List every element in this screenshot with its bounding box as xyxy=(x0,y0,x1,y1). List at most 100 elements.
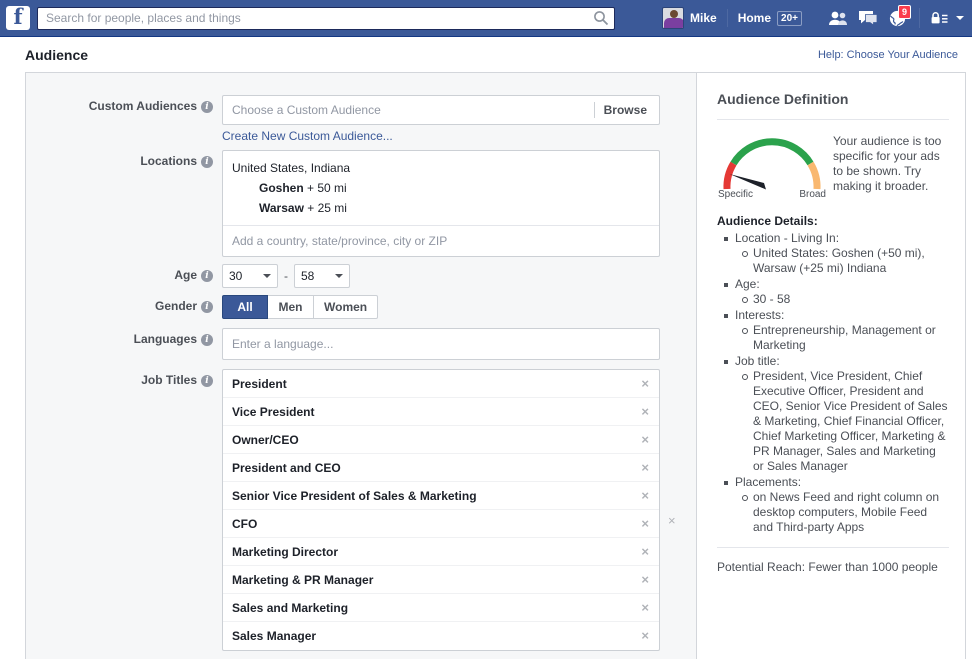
potential-reach: Potential Reach: Fewer than 1000 people xyxy=(717,547,949,575)
info-icon[interactable]: i xyxy=(201,101,213,113)
job-titles-label-text: Job Titles xyxy=(141,373,197,387)
list-item: 30 - 58 xyxy=(742,292,949,307)
chevron-down-icon[interactable] xyxy=(956,16,964,20)
table-row[interactable]: Marketing Director × xyxy=(223,538,659,566)
detail-label: Placements: xyxy=(735,475,802,489)
close-icon[interactable]: × xyxy=(639,517,651,530)
chevron-down-icon xyxy=(263,274,271,278)
browse-divider xyxy=(593,102,595,118)
locations-label-text: Locations xyxy=(140,154,197,168)
list-item[interactable]: Goshen + 50 mi xyxy=(223,178,659,198)
close-icon[interactable]: × xyxy=(639,489,651,502)
languages-placeholder: Enter a language... xyxy=(232,337,334,351)
avatar xyxy=(662,7,684,29)
audience-definition-panel: Audience Definition Specific Broad Your … xyxy=(697,73,965,659)
age-min-select[interactable]: 30 xyxy=(222,264,278,288)
location-city: Goshen xyxy=(259,181,304,195)
list-item: on News Feed and right column on desktop… xyxy=(742,490,949,535)
divider xyxy=(717,119,949,120)
job-title-text: President and CEO xyxy=(232,460,341,475)
languages-label-text: Languages xyxy=(133,332,197,346)
info-icon[interactable]: i xyxy=(201,334,213,346)
job-title-text: President xyxy=(232,376,287,391)
close-icon[interactable]: × xyxy=(639,545,651,558)
table-row[interactable]: President and CEO × xyxy=(223,454,659,482)
remove-job-titles-group-icon[interactable]: × xyxy=(668,514,676,527)
profile-link[interactable]: Mike xyxy=(657,4,724,33)
field-age: Age i 30 - 58 xyxy=(26,264,696,288)
gender-label-text: Gender xyxy=(154,299,197,313)
table-row[interactable]: Sales Manager × xyxy=(223,622,659,650)
gender-option-men[interactable]: Men xyxy=(268,295,314,319)
close-icon[interactable]: × xyxy=(639,573,651,586)
add-location-input[interactable]: Add a country, state/province, city or Z… xyxy=(223,225,659,256)
table-row[interactable]: President × xyxy=(223,370,659,398)
home-link[interactable]: Home 20+ xyxy=(731,4,809,33)
page-title: Audience xyxy=(25,46,89,63)
gender-segmented-control: All Men Women xyxy=(222,295,696,319)
close-icon[interactable]: × xyxy=(639,461,651,474)
job-title-text: Sales and Marketing xyxy=(232,600,349,615)
info-icon[interactable]: i xyxy=(201,301,213,313)
location-city: Warsaw xyxy=(259,201,304,215)
table-row[interactable]: Vice President × xyxy=(223,398,659,426)
close-icon[interactable]: × xyxy=(639,629,651,642)
friend-requests-icon[interactable] xyxy=(823,4,853,33)
messages-icon[interactable] xyxy=(853,4,883,33)
close-icon[interactable]: × xyxy=(639,601,651,614)
detail-label: Age: xyxy=(735,277,760,291)
age-separator: - xyxy=(284,269,288,283)
list-item: Entrepreneurship, Management or Marketin… xyxy=(742,323,949,353)
gender-option-women[interactable]: Women xyxy=(314,295,379,319)
facebook-logo[interactable]: f xyxy=(6,6,30,30)
table-row[interactable]: Sales and Marketing × xyxy=(223,594,659,622)
audience-details-list: Location - Living In: United States: Gos… xyxy=(717,231,949,535)
custom-audiences-label-text: Custom Audiences xyxy=(88,99,197,113)
locations-list: United States, Indiana Goshen + 50 mi Wa… xyxy=(223,151,659,225)
notifications-badge: 9 xyxy=(898,4,911,19)
table-row[interactable]: Marketing & PR Manager × xyxy=(223,566,659,594)
languages-input[interactable]: Enter a language... xyxy=(222,328,660,360)
table-row[interactable]: Senior Vice President of Sales & Marketi… xyxy=(223,482,659,510)
audience-gauge-row: Specific Broad Your audience is too spec… xyxy=(717,130,949,200)
field-gender: Gender i All Men Women xyxy=(26,295,696,319)
job-title-text: Owner/CEO xyxy=(232,432,299,447)
gender-option-all[interactable]: All xyxy=(222,295,268,319)
info-icon[interactable]: i xyxy=(201,270,213,282)
age-label-text: Age xyxy=(174,268,197,282)
locations-label: Locations i xyxy=(26,150,222,257)
close-icon[interactable]: × xyxy=(639,433,651,446)
job-titles-list: President × Vice President × Owner/CEO × Pr… xyxy=(222,369,660,651)
list-item[interactable]: Warsaw + 25 mi xyxy=(223,198,659,218)
table-row[interactable]: CFO × xyxy=(223,510,659,538)
detail-label: Job title: xyxy=(735,354,780,368)
search-box[interactable] xyxy=(37,6,615,30)
audience-gauge-message: Your audience is too specific for your a… xyxy=(833,134,942,193)
help-link[interactable]: Help: Choose Your Audience xyxy=(818,49,964,61)
topbar-right-cluster: Mike Home 20+ 9 xyxy=(657,0,964,36)
info-icon[interactable]: i xyxy=(201,375,213,387)
profile-name: Mike xyxy=(690,11,717,25)
notifications-globe-icon[interactable]: 9 xyxy=(883,4,913,33)
list-item: President, Vice President, Chief Executi… xyxy=(742,369,948,473)
gauge-low-label: Specific xyxy=(718,189,754,200)
browse-button[interactable]: Browse xyxy=(604,103,659,117)
info-icon[interactable]: i xyxy=(201,156,213,168)
custom-audiences-input-box[interactable]: Choose a Custom Audience Browse xyxy=(222,95,660,125)
age-label: Age i xyxy=(26,264,222,288)
custom-audiences-label: Custom Audiences i xyxy=(26,95,222,143)
age-max-select[interactable]: 58 xyxy=(294,264,350,288)
job-title-text: CFO xyxy=(232,516,258,531)
search-input[interactable] xyxy=(37,6,615,30)
close-icon[interactable]: × xyxy=(639,377,651,390)
custom-audiences-placeholder: Choose a Custom Audience xyxy=(232,103,381,117)
job-title-text: Sales Manager xyxy=(232,629,317,643)
audience-form: Custom Audiences i Choose a Custom Audien… xyxy=(26,73,697,659)
table-row[interactable]: Owner/CEO × xyxy=(223,426,659,454)
create-custom-audience-link[interactable]: Create New Custom Audience... xyxy=(222,129,393,143)
job-title-text: Marketing Director xyxy=(232,544,339,559)
topbar-icon-divider xyxy=(919,8,920,28)
close-icon[interactable]: × xyxy=(639,405,651,418)
list-item: United States: Goshen (+50 mi), Warsaw (… xyxy=(742,246,949,276)
privacy-lock-icon[interactable] xyxy=(924,4,954,33)
